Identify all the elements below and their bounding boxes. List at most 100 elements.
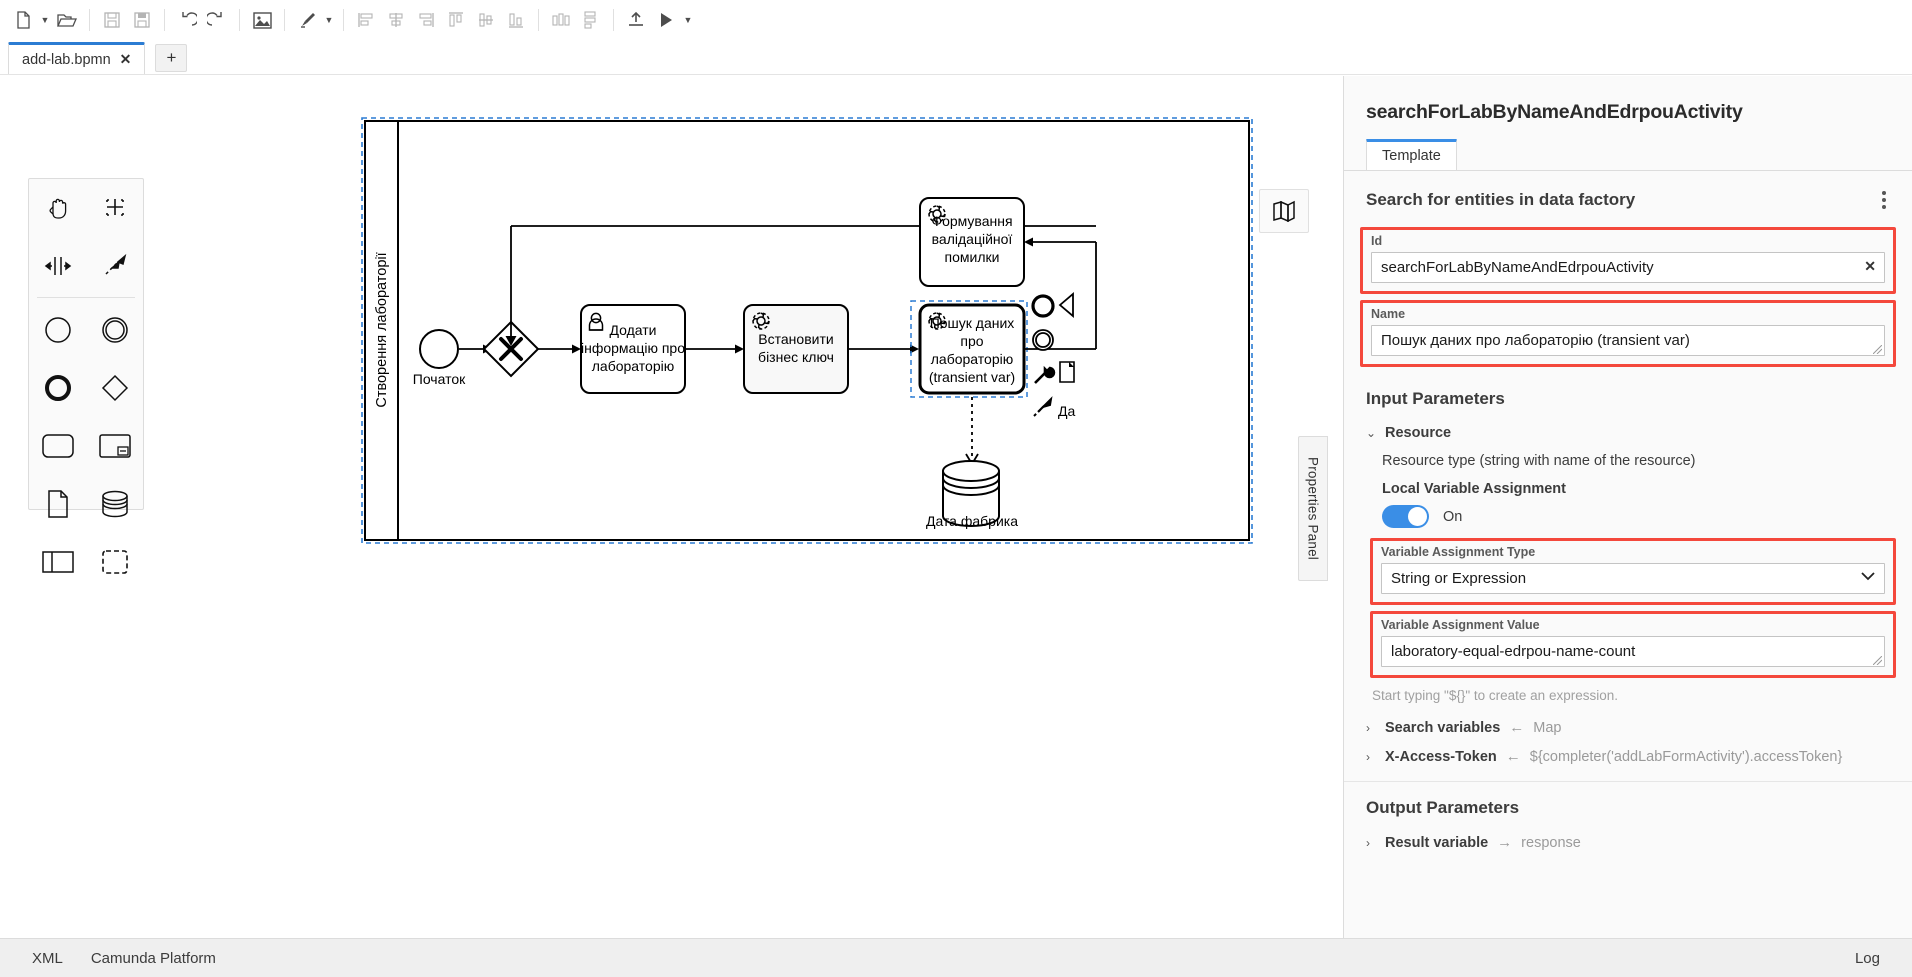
output-parameters-title: Output Parameters [1344, 782, 1912, 828]
name-input[interactable]: Пошук даних про лабораторію (transient v… [1371, 325, 1885, 356]
result-variable-value: response [1521, 835, 1581, 851]
status-bar-engine-label[interactable]: Camunda Platform [77, 950, 230, 967]
space-tool-icon[interactable] [29, 237, 86, 295]
assignment-value-highlight: Variable Assignment Value laboratory-equ… [1370, 611, 1896, 678]
new-file-icon[interactable] [8, 5, 38, 35]
svg-text:Додати: Додати [610, 322, 657, 338]
align-bottom-icon[interactable] [501, 5, 531, 35]
hand-tool-icon[interactable] [29, 179, 86, 237]
accordion-x-access-token[interactable]: › X-Access-Token ← ${completer('addLabFo… [1344, 742, 1912, 771]
assignment-value-text: laboratory-equal-edrpou-name-count [1391, 643, 1635, 660]
search-variables-value: Map [1533, 720, 1561, 736]
toolbar-divider [89, 9, 90, 31]
svg-text:Встановити: Встановити [758, 331, 833, 347]
name-field-group: Name Пошук даних про лабораторію (transi… [1363, 303, 1893, 364]
status-bar-xml-button[interactable]: XML [18, 950, 77, 967]
align-right-icon[interactable] [411, 5, 441, 35]
properties-tabs: Template [1344, 137, 1912, 171]
status-bar-log-button[interactable]: Log [1841, 950, 1894, 967]
clear-icon[interactable]: ✕ [1864, 258, 1876, 275]
svg-text:Початок: Початок [413, 371, 466, 387]
redo-icon[interactable] [202, 5, 232, 35]
accordion-resource[interactable]: ⌄ Resource [1344, 419, 1912, 447]
svg-text:Пошук даних: Пошук даних [930, 315, 1015, 331]
accordion-search-variables[interactable]: › Search variables ← Map [1344, 713, 1912, 742]
accordion-result-variable-label: Result variable [1385, 835, 1488, 851]
bpmn-diagram: Створення лабораторії Початок [0, 76, 1343, 938]
tab-label: add-lab.bpmn [22, 52, 111, 68]
intermediate-event-icon[interactable] [86, 301, 143, 359]
chevron-right-icon: › [1366, 836, 1376, 850]
open-folder-icon[interactable] [52, 5, 82, 35]
toolbar-divider [613, 9, 614, 31]
svg-text:Дата фабрика: Дата фабрика [926, 513, 1018, 529]
data-store-icon[interactable] [86, 475, 143, 533]
arrow-left-icon: ← [1506, 748, 1521, 765]
bpmn-canvas[interactable]: Створення лабораторії Початок [0, 76, 1343, 938]
accordion-search-variables-label: Search variables [1385, 720, 1500, 736]
start-instance-icon[interactable] [651, 5, 681, 35]
tab-template[interactable]: Template [1366, 139, 1457, 170]
undo-icon[interactable] [172, 5, 202, 35]
deploy-icon[interactable] [621, 5, 651, 35]
align-left-icon[interactable] [351, 5, 381, 35]
svg-text:(transient var): (transient var) [929, 369, 1015, 385]
svg-text:бізнес ключ: бізнес ключ [758, 349, 834, 365]
align-middle-icon[interactable] [471, 5, 501, 35]
tab-add-lab-bpmn[interactable]: add-lab.bpmn ✕ [8, 42, 145, 74]
accordion-result-variable[interactable]: › Result variable → response [1344, 828, 1912, 857]
minimap-toggle-button[interactable] [1259, 189, 1309, 233]
lasso-tool-icon[interactable] [86, 179, 143, 237]
participant-icon[interactable] [29, 533, 86, 591]
new-file-dropdown-caret[interactable]: ▼ [38, 5, 52, 35]
name-field-label: Name [1371, 307, 1885, 321]
paint-brush-icon[interactable] [292, 5, 322, 35]
global-connect-tool-icon[interactable] [86, 237, 143, 295]
distribute-vertically-icon[interactable] [576, 5, 606, 35]
save-as-icon[interactable] [127, 5, 157, 35]
toolbar-divider [343, 9, 344, 31]
page-title: searchForLabByNameAndEdrpouActivity [1344, 76, 1912, 124]
assignment-value-input[interactable]: laboratory-equal-edrpou-name-count [1381, 636, 1885, 667]
expression-hint: Start typing "${}" to create an expressi… [1344, 684, 1912, 713]
id-input[interactable]: searchForLabByNameAndEdrpouActivity ✕ [1371, 252, 1885, 283]
new-tab-button[interactable]: + [155, 44, 187, 72]
element-palette[interactable] [28, 178, 144, 510]
assignment-type-value: String or Expression [1391, 570, 1526, 587]
distribute-horizontally-icon[interactable] [546, 5, 576, 35]
export-image-icon[interactable] [247, 5, 277, 35]
svg-text:лабораторію: лабораторію [592, 358, 674, 374]
subprocess-icon[interactable] [86, 417, 143, 475]
start-instance-caret[interactable]: ▼ [681, 5, 695, 35]
resize-handle-icon[interactable] [1873, 345, 1882, 354]
close-icon[interactable]: ✕ [120, 51, 132, 68]
save-icon[interactable] [97, 5, 127, 35]
svg-text:лабораторію: лабораторію [931, 351, 1013, 367]
end-event-icon[interactable] [29, 359, 86, 417]
assignment-type-select[interactable]: String or Expression [1381, 563, 1885, 594]
kebab-menu-icon[interactable] [1878, 187, 1890, 213]
data-object-icon[interactable] [29, 475, 86, 533]
local-variable-assignment-toggle[interactable] [1382, 505, 1429, 528]
task-icon[interactable] [29, 417, 86, 475]
gateway-icon[interactable] [86, 359, 143, 417]
start-event-icon[interactable] [29, 301, 86, 359]
local-variable-assignment-row: On [1344, 501, 1912, 538]
resize-handle-icon[interactable] [1873, 656, 1882, 665]
align-center-icon[interactable] [381, 5, 411, 35]
chevron-down-icon[interactable] [1861, 572, 1875, 581]
svg-text:Створення лабораторії: Створення лабораторії [374, 252, 390, 407]
template-section-header: Search for entities in data factory [1344, 171, 1912, 227]
properties-panel-toggle-label: Properties Panel [1306, 457, 1321, 560]
toolbar-divider [239, 9, 240, 31]
chevron-right-icon: › [1366, 721, 1376, 735]
toolbar-divider [164, 9, 165, 31]
align-top-icon[interactable] [441, 5, 471, 35]
tab-bar: add-lab.bpmn ✕ + [0, 40, 1912, 75]
group-icon[interactable] [86, 533, 143, 591]
paint-brush-dropdown-caret[interactable]: ▼ [322, 5, 336, 35]
assignment-value-group: Variable Assignment Value laboratory-equ… [1373, 614, 1893, 675]
assignment-type-label: Variable Assignment Type [1381, 545, 1885, 559]
id-field-group: Id searchForLabByNameAndEdrpouActivity ✕ [1363, 230, 1893, 291]
properties-panel-toggle[interactable]: Properties Panel [1298, 436, 1328, 581]
